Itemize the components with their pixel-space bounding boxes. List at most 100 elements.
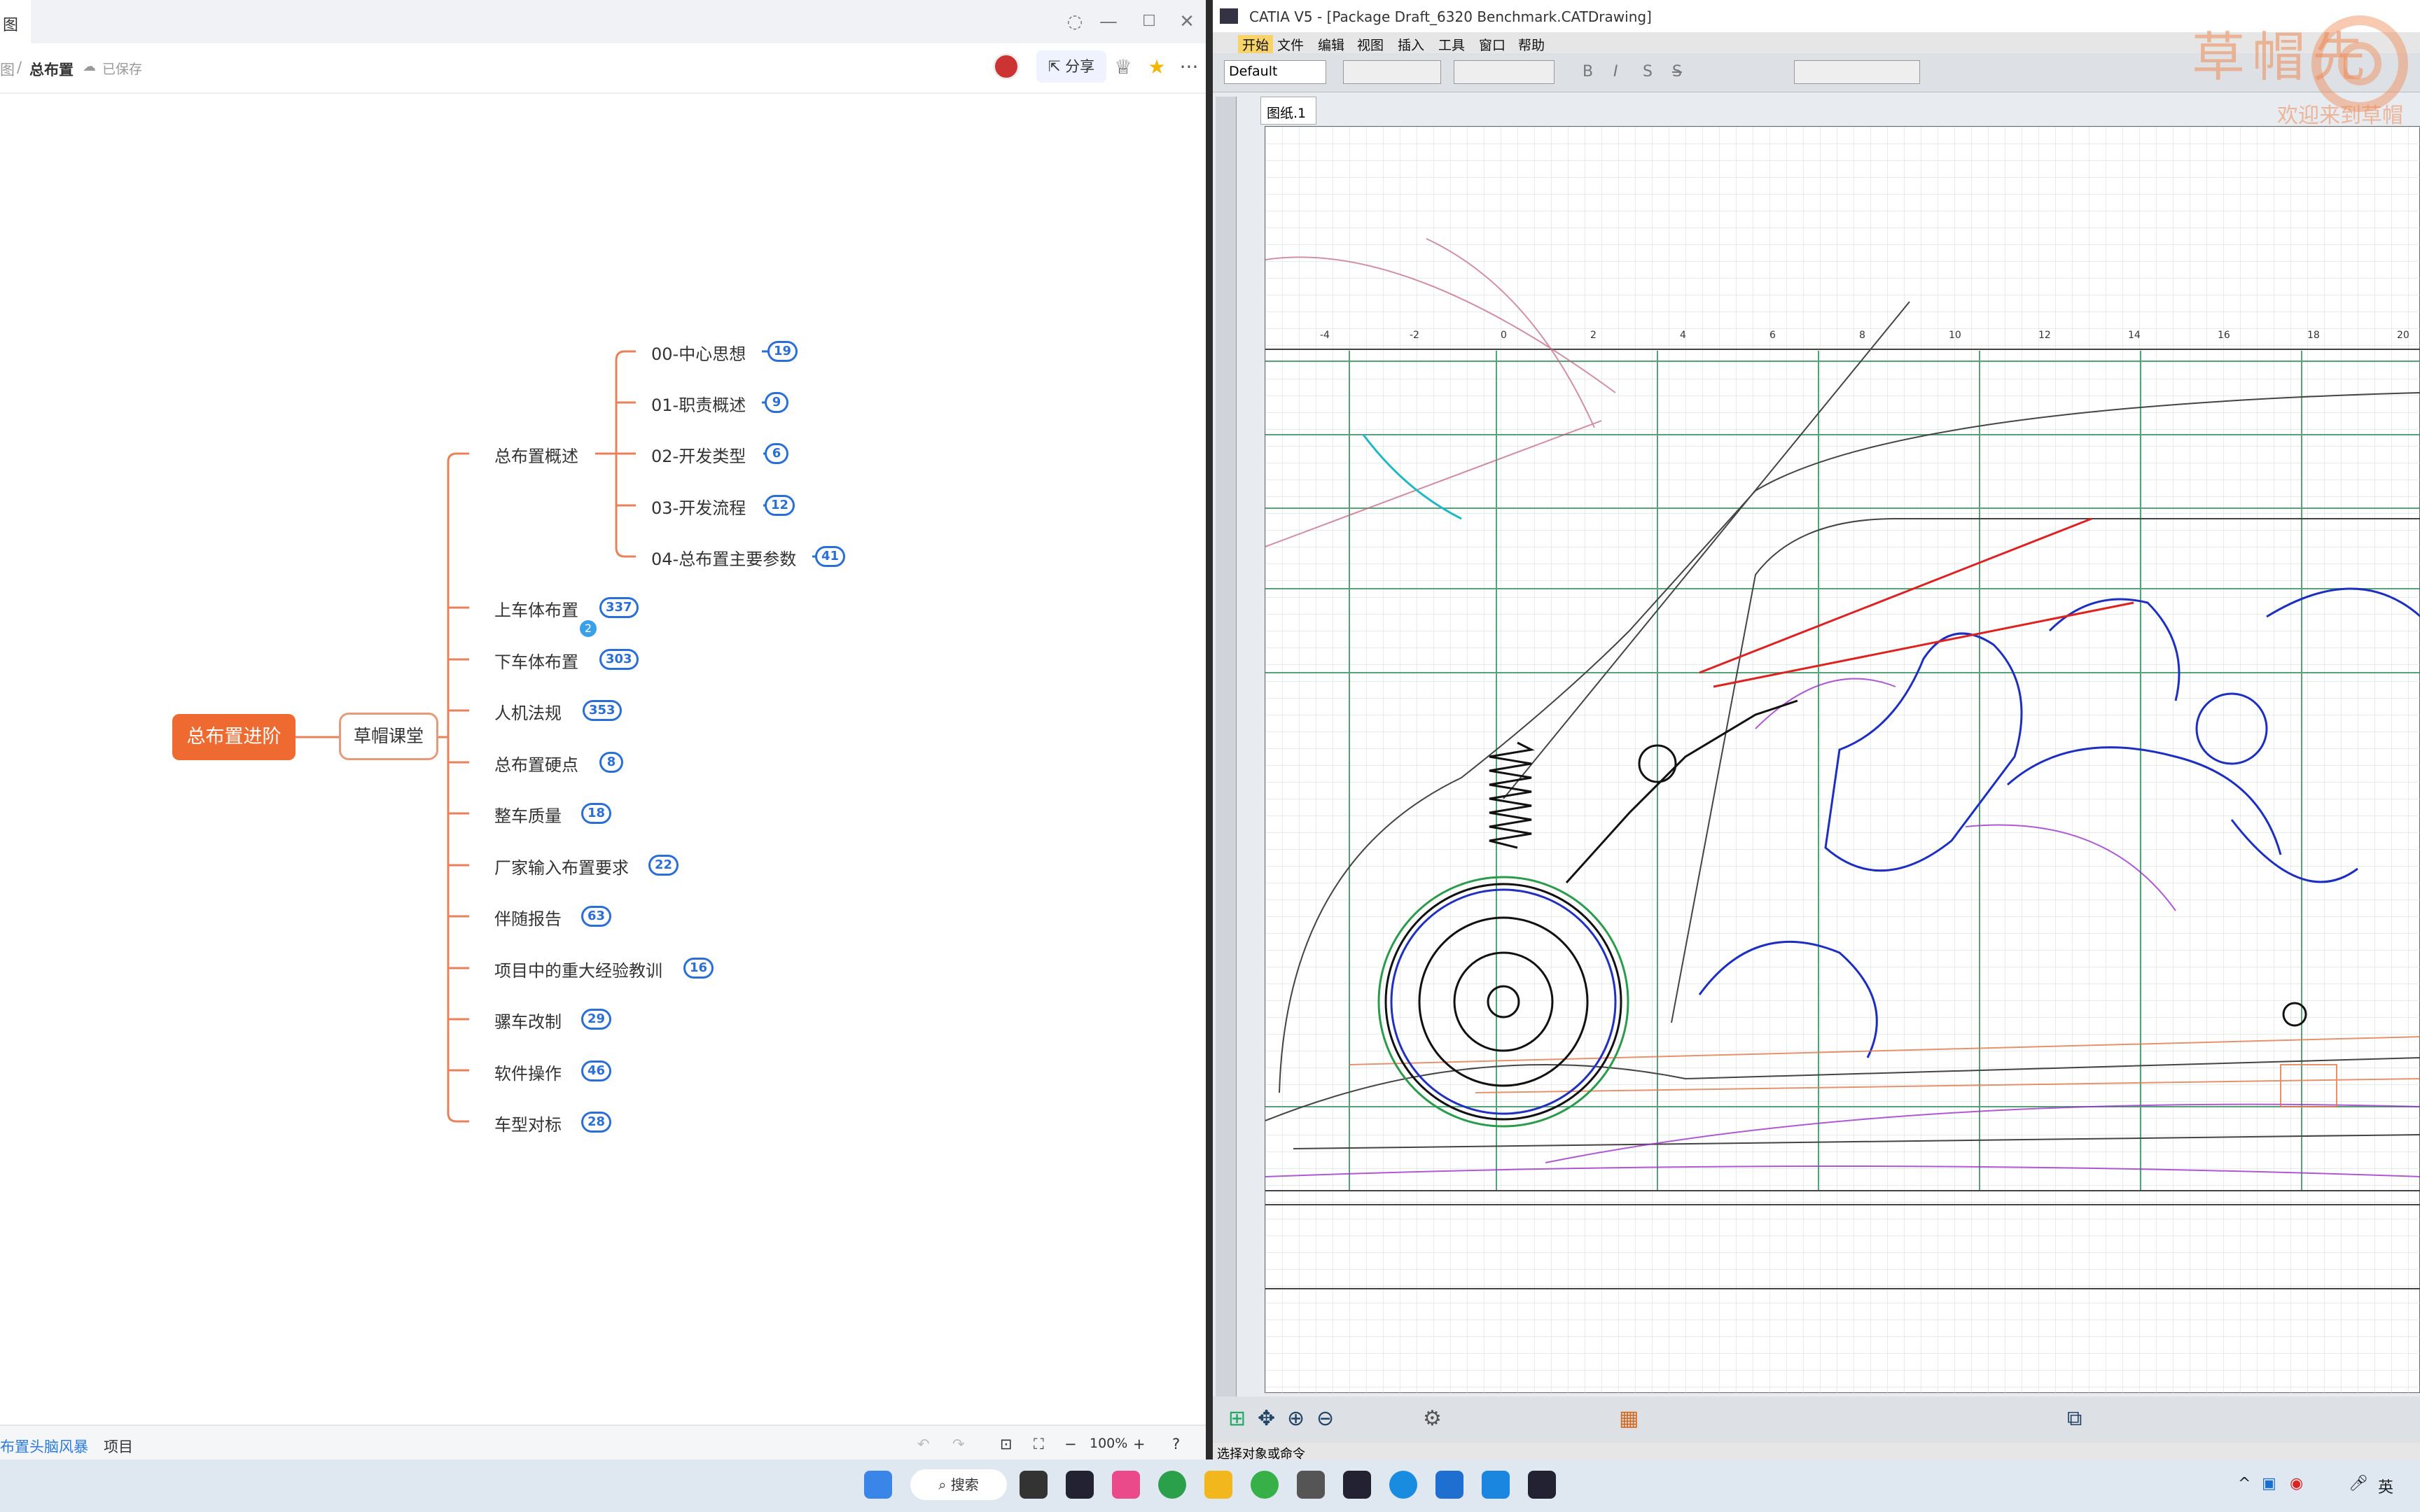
browser-icon[interactable] <box>1158 1471 1186 1499</box>
axis-tick: -2 <box>1410 330 1419 341</box>
mindmap-root[interactable]: 总布置进阶 <box>172 714 295 760</box>
zoom-out-button[interactable]: − <box>1064 1436 1077 1452</box>
node-branch[interactable]: 总布置硬点 <box>494 751 578 776</box>
comment-badge[interactable]: 2 <box>580 620 597 637</box>
taskbar-search-label: 搜索 <box>950 1476 979 1493</box>
count-badge[interactable]: 46 <box>581 1060 612 1082</box>
start-icon[interactable] <box>864 1471 892 1499</box>
count-badge[interactable]: 6 <box>765 443 788 464</box>
search-icon: ⌕ <box>938 1476 951 1493</box>
help-icon[interactable]: ? <box>1172 1436 1180 1452</box>
node-branch[interactable]: 下车体布置 <box>494 648 578 673</box>
menu-start[interactable]: 开始 <box>1238 35 1274 54</box>
sheet-tab[interactable]: 图纸.1 <box>1260 97 1316 125</box>
split-divider[interactable] <box>1206 0 1213 1460</box>
node-branch[interactable]: 伴随报告 <box>494 905 562 930</box>
node-overview[interactable]: 总布置概述 <box>494 442 578 467</box>
node-branch[interactable]: 人机法规 <box>494 699 562 724</box>
task-view-icon[interactable] <box>1020 1471 1048 1499</box>
axis-tick: 6 <box>1769 330 1776 341</box>
menu-tools[interactable]: 工具 <box>1438 35 1465 54</box>
style-combo[interactable]: Default <box>1224 60 1326 84</box>
tray-chevron-icon[interactable]: ^ <box>2238 1475 2251 1492</box>
count-badge[interactable]: 41 <box>815 546 846 567</box>
catia-app-icon-3[interactable] <box>1528 1471 1556 1499</box>
underline-icon[interactable]: S <box>1643 63 1653 80</box>
gear-icon[interactable]: ⚙ <box>1423 1406 1442 1431</box>
input-method[interactable]: 英 <box>2378 1475 2393 1497</box>
count-badge[interactable]: 19 <box>767 341 798 362</box>
tray-app-icon[interactable]: ▣ <box>2262 1475 2276 1492</box>
node-overview-child[interactable]: 03-开发流程 <box>651 494 746 519</box>
catia-app-icon[interactable] <box>1066 1471 1094 1499</box>
node-branch[interactable]: 厂家输入布置要求 <box>494 854 629 878</box>
files-icon[interactable] <box>1297 1471 1325 1499</box>
menu-view[interactable]: 视图 <box>1357 35 1384 54</box>
size-combo[interactable] <box>1454 60 1555 84</box>
arrow-app-icon[interactable] <box>1482 1471 1510 1499</box>
mindmap-subtopic[interactable]: 草帽课堂 <box>339 713 438 760</box>
count-badge[interactable]: 303 <box>599 649 639 670</box>
count-badge[interactable]: 16 <box>683 958 714 979</box>
count-badge[interactable]: 8 <box>599 752 623 773</box>
count-badge[interactable]: 28 <box>581 1112 612 1133</box>
node-overview-child[interactable]: 00-中心思想 <box>651 340 746 365</box>
axis-tick: -4 <box>1320 330 1330 341</box>
menu-file[interactable]: 文件 <box>1277 35 1304 54</box>
count-badge[interactable]: 22 <box>648 855 679 876</box>
node-overview-child[interactable]: 04-总布置主要参数 <box>651 545 796 570</box>
drawing-canvas[interactable]: -4 -2 0 2 4 6 8 10 12 14 16 18 20 <box>1265 126 2420 1394</box>
count-badge[interactable]: 18 <box>581 803 612 824</box>
menu-window[interactable]: 窗口 <box>1479 35 1505 54</box>
axis-tick: 4 <box>1680 330 1686 341</box>
microphone-icon[interactable]: 🎤︎ <box>2349 1475 2368 1492</box>
edge-icon[interactable] <box>1389 1471 1417 1499</box>
watermark-subtext: 欢迎来到草帽 <box>2277 104 2403 128</box>
tray-app-icon-2[interactable]: ◉ <box>2290 1475 2303 1492</box>
count-badge[interactable]: 29 <box>581 1009 612 1030</box>
count-badge[interactable]: 353 <box>583 700 622 721</box>
redo-icon[interactable]: ↷ <box>952 1436 965 1452</box>
catia-app-icon-2[interactable] <box>1343 1471 1371 1499</box>
wechat-icon[interactable] <box>1251 1471 1279 1499</box>
font-combo[interactable] <box>1343 60 1441 84</box>
menu-help[interactable]: 帮助 <box>1518 35 1545 54</box>
count-badge[interactable]: 63 <box>581 906 612 927</box>
tab-brainstorm[interactable]: 布置头脑风暴 <box>0 1436 88 1457</box>
axis-tick: 16 <box>2218 330 2230 341</box>
menu-insert[interactable]: 插入 <box>1398 35 1424 54</box>
fit-all-icon[interactable]: ⊞ <box>1228 1406 1246 1431</box>
node-overview-child[interactable]: 01-职责概述 <box>651 391 746 416</box>
grid-icon[interactable]: ▦ <box>1619 1406 1639 1431</box>
taskbar-search[interactable]: ⌕ 搜索 <box>910 1469 1007 1500</box>
tree-splitter[interactable] <box>1216 97 1237 1399</box>
menu-edit[interactable]: 编辑 <box>1318 35 1344 54</box>
node-branch[interactable]: 项目中的重大经验教训 <box>494 957 662 981</box>
photos-icon[interactable] <box>1435 1471 1463 1499</box>
italic-icon[interactable]: I <box>1613 63 1618 80</box>
node-branch[interactable]: 上车体布置 <box>494 596 578 621</box>
zoom-in-button[interactable]: + <box>1133 1436 1146 1452</box>
node-branch[interactable]: 软件操作 <box>494 1060 562 1084</box>
node-branch[interactable]: 骡车改制 <box>494 1008 562 1032</box>
count-badge[interactable]: 9 <box>765 392 788 413</box>
fit-screen-icon[interactable]: ⛶ <box>1034 1436 1044 1453</box>
node-overview-child[interactable]: 02-开发类型 <box>651 442 746 467</box>
node-branch[interactable]: 整车质量 <box>494 802 562 827</box>
axis-tick: 12 <box>2038 330 2051 341</box>
count-badge[interactable]: 12 <box>765 495 795 516</box>
undo-icon[interactable]: ↶ <box>917 1436 930 1452</box>
node-branch[interactable]: 车型对标 <box>494 1111 562 1135</box>
pan-icon[interactable]: ✥ <box>1258 1406 1275 1431</box>
tab-project[interactable]: 项目 <box>104 1436 133 1457</box>
snapshot-icon[interactable]: ⊡ <box>1000 1436 1013 1452</box>
folder-icon[interactable] <box>1204 1471 1232 1499</box>
zoom-out-icon[interactable]: ⊖ <box>1316 1406 1334 1431</box>
app-icon[interactable] <box>1112 1471 1140 1499</box>
zoom-in-icon[interactable]: ⊕ <box>1287 1406 1305 1431</box>
snap-icon[interactable]: ⧉ <box>2067 1406 2082 1431</box>
strikethrough-icon[interactable]: S <box>1672 63 1682 80</box>
bold-icon[interactable]: B <box>1583 63 1593 80</box>
symbol-combo[interactable] <box>1794 60 1920 84</box>
count-badge[interactable]: 337 <box>599 597 639 618</box>
